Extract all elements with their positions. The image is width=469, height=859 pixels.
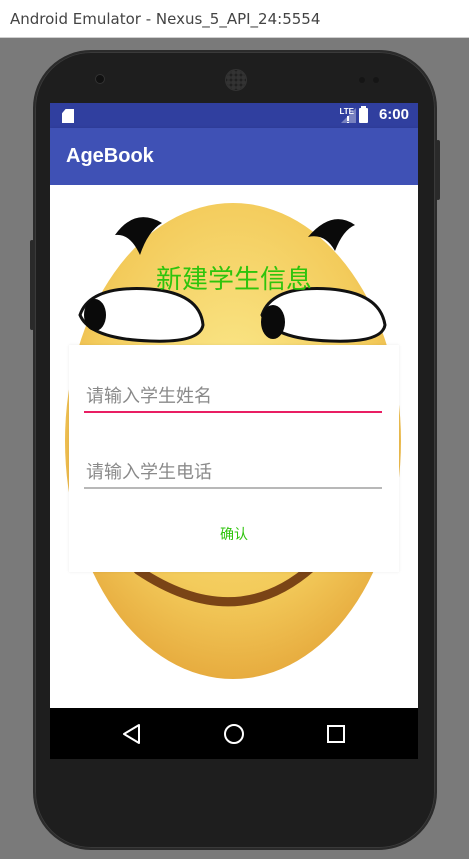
sd-card-icon xyxy=(62,109,74,123)
new-student-dialog: 确认 xyxy=(69,345,399,572)
volume-button[interactable] xyxy=(30,240,34,330)
dialog-title: 新建学生信息 xyxy=(155,265,312,295)
light-sensor xyxy=(373,77,379,83)
proximity-sensor xyxy=(359,77,365,83)
status-time: 6:00 xyxy=(378,106,409,123)
back-icon[interactable] xyxy=(119,721,145,747)
front-camera xyxy=(95,74,105,84)
student-phone-input[interactable] xyxy=(84,451,382,489)
app-bar: AgeBook xyxy=(50,128,418,185)
main-content: 新建学生信息 确认 xyxy=(50,185,418,708)
app-title: AgeBook xyxy=(66,145,154,167)
emulator-window-title: Android Emulator - Nexus_5_API_24:5554 xyxy=(0,0,469,38)
student-name-input[interactable] xyxy=(84,375,382,413)
student-name-field[interactable] xyxy=(84,375,382,413)
status-bar: LTE 6:00 xyxy=(50,103,418,128)
student-phone-field[interactable] xyxy=(84,451,382,489)
signal-icon xyxy=(341,108,356,123)
navigation-bar xyxy=(50,708,418,759)
name-field-underline xyxy=(84,411,382,413)
earpiece-speaker xyxy=(225,69,247,91)
device-screen: LTE 6:00 AgeBook 新建学生信息 请输入学生姓名 请输入学生电话 … xyxy=(50,103,418,759)
recents-icon[interactable] xyxy=(323,721,349,747)
right-pupil xyxy=(261,305,285,339)
left-pupil xyxy=(84,299,106,331)
home-icon[interactable] xyxy=(221,721,247,747)
battery-icon xyxy=(359,106,368,123)
confirm-button[interactable]: 确认 xyxy=(69,507,399,561)
phone-field-underline xyxy=(84,487,382,489)
power-button[interactable] xyxy=(436,140,440,200)
